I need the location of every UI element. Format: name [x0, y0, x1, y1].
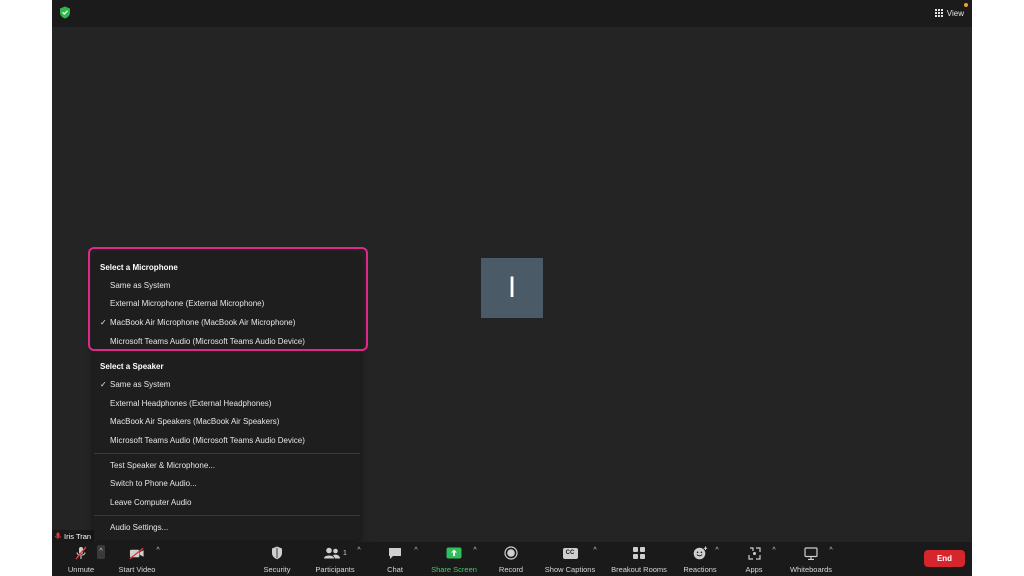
apps-button[interactable]: Apps	[740, 545, 768, 574]
microphone-option-external[interactable]: External Microphone (External Microphone…	[110, 299, 264, 308]
chat-label: Chat	[387, 565, 403, 574]
record-button[interactable]: Record	[494, 545, 528, 574]
whiteboards-caret[interactable]: ^	[827, 547, 835, 557]
speaker-section-header: Select a Speaker	[100, 362, 164, 371]
participant-name-tag: Iris Tran	[52, 530, 95, 542]
top-bar: View	[52, 0, 972, 27]
apps-label: Apps	[745, 565, 763, 574]
cc-badge: CC	[562, 547, 578, 559]
reactions-label: Reactions	[683, 565, 717, 574]
checkmark-icon: ✓	[100, 318, 107, 327]
start-video-label: Start Video	[118, 565, 156, 574]
menu-item-label: External Microphone (External Microphone…	[110, 299, 265, 308]
video-options-caret[interactable]: ^	[154, 547, 162, 557]
captions-caret[interactable]: ^	[591, 547, 599, 557]
muted-microphone-icon	[73, 545, 89, 561]
meeting-toolbar: Unmute ^ Start Video ^ Security 1 Partic…	[52, 542, 972, 576]
whiteboards-label: Whiteboards	[789, 565, 833, 574]
apps-caret[interactable]: ^	[770, 547, 778, 557]
record-icon	[503, 545, 519, 561]
record-label: Record	[498, 565, 524, 574]
participants-label: Participants	[315, 565, 355, 574]
menu-item-label: MacBook Air Microphone (MacBook Air Micr…	[110, 318, 296, 327]
menu-divider	[94, 453, 360, 454]
share-screen-caret[interactable]: ^	[471, 547, 479, 557]
speaker-option-same-as-system[interactable]: ✓ Same as System	[100, 380, 171, 389]
menu-item-label: Same as System	[110, 380, 171, 389]
speaker-option-teams-audio[interactable]: Microsoft Teams Audio (Microsoft Teams A…	[110, 436, 305, 445]
breakout-rooms-icon	[631, 545, 647, 561]
speaker-option-external-headphones[interactable]: External Headphones (External Headphones…	[110, 399, 271, 408]
test-speaker-microphone-item[interactable]: Test Speaker & Microphone...	[110, 461, 215, 470]
menu-divider	[94, 515, 360, 516]
grid-icon	[934, 9, 943, 17]
audio-options-menu: Select a Microphone Same as System Exter…	[94, 252, 360, 540]
unmute-label: Unmute	[67, 565, 95, 574]
switch-to-phone-audio-item[interactable]: Switch to Phone Audio...	[110, 479, 197, 488]
view-label: View	[946, 8, 964, 18]
participants-caret[interactable]: ^	[355, 547, 363, 557]
menu-item-label: Microsoft Teams Audio (Microsoft Teams A…	[110, 436, 305, 445]
chat-bubble-icon	[387, 545, 403, 561]
video-off-icon	[129, 545, 145, 561]
chat-button[interactable]: Chat	[382, 545, 408, 574]
menu-item-label: External Headphones (External Headphones…	[110, 399, 272, 408]
apps-icon	[746, 545, 762, 561]
microphone-option-same-as-system[interactable]: Same as System	[110, 281, 170, 290]
view-button[interactable]: View	[934, 3, 968, 21]
start-video-button[interactable]: Start Video	[116, 545, 158, 574]
share-screen-label: Share Screen	[431, 565, 477, 574]
participant-avatar-tile: I	[481, 258, 543, 318]
muted-mic-icon	[55, 532, 61, 540]
microphone-option-teams-audio[interactable]: Microsoft Teams Audio (Microsoft Teams A…	[110, 337, 305, 346]
microphone-section-header: Select a Microphone	[100, 263, 178, 272]
chat-caret[interactable]: ^	[412, 547, 420, 557]
share-screen-icon	[446, 545, 462, 561]
closed-captions-icon: CC	[562, 545, 578, 561]
microphone-option-macbook-air[interactable]: ✓ MacBook Air Microphone (MacBook Air Mic…	[100, 318, 296, 327]
menu-item-label: Microsoft Teams Audio (Microsoft Teams A…	[110, 337, 305, 346]
participants-icon: 1	[321, 545, 349, 561]
show-captions-label: Show Captions	[544, 565, 596, 574]
audio-options-caret[interactable]: ^	[97, 545, 105, 559]
security-button[interactable]: Security	[260, 545, 294, 574]
meeting-window: View I Iris Tran Select a Microphone Sam…	[52, 0, 972, 576]
participants-button[interactable]: 1 Participants	[312, 545, 358, 574]
audio-settings-item[interactable]: Audio Settings...	[110, 523, 168, 532]
participants-count: 1	[343, 549, 347, 557]
unmute-button[interactable]: Unmute	[64, 545, 98, 574]
shield-icon[interactable]	[59, 6, 71, 19]
whiteboard-icon	[803, 545, 819, 561]
security-label: Security	[263, 565, 291, 574]
smiley-face-icon	[692, 545, 708, 561]
menu-item-label: MacBook Air Speakers (MacBook Air Speake…	[110, 417, 280, 426]
notification-dot	[964, 3, 968, 7]
breakout-rooms-button[interactable]: Breakout Rooms	[608, 545, 670, 574]
menu-item-label: Same as System	[110, 281, 171, 290]
reactions-caret[interactable]: ^	[713, 547, 721, 557]
avatar-initial: I	[507, 271, 517, 304]
participant-name: Iris Tran	[64, 531, 92, 541]
end-meeting-button[interactable]: End	[924, 550, 965, 567]
speaker-option-macbook-air[interactable]: MacBook Air Speakers (MacBook Air Speake…	[110, 417, 279, 426]
show-captions-button[interactable]: CC Show Captions	[542, 545, 598, 574]
checkmark-icon: ✓	[100, 380, 107, 389]
breakout-rooms-label: Breakout Rooms	[611, 565, 667, 574]
security-shield-icon	[269, 545, 285, 561]
leave-computer-audio-item[interactable]: Leave Computer Audio	[110, 498, 191, 507]
